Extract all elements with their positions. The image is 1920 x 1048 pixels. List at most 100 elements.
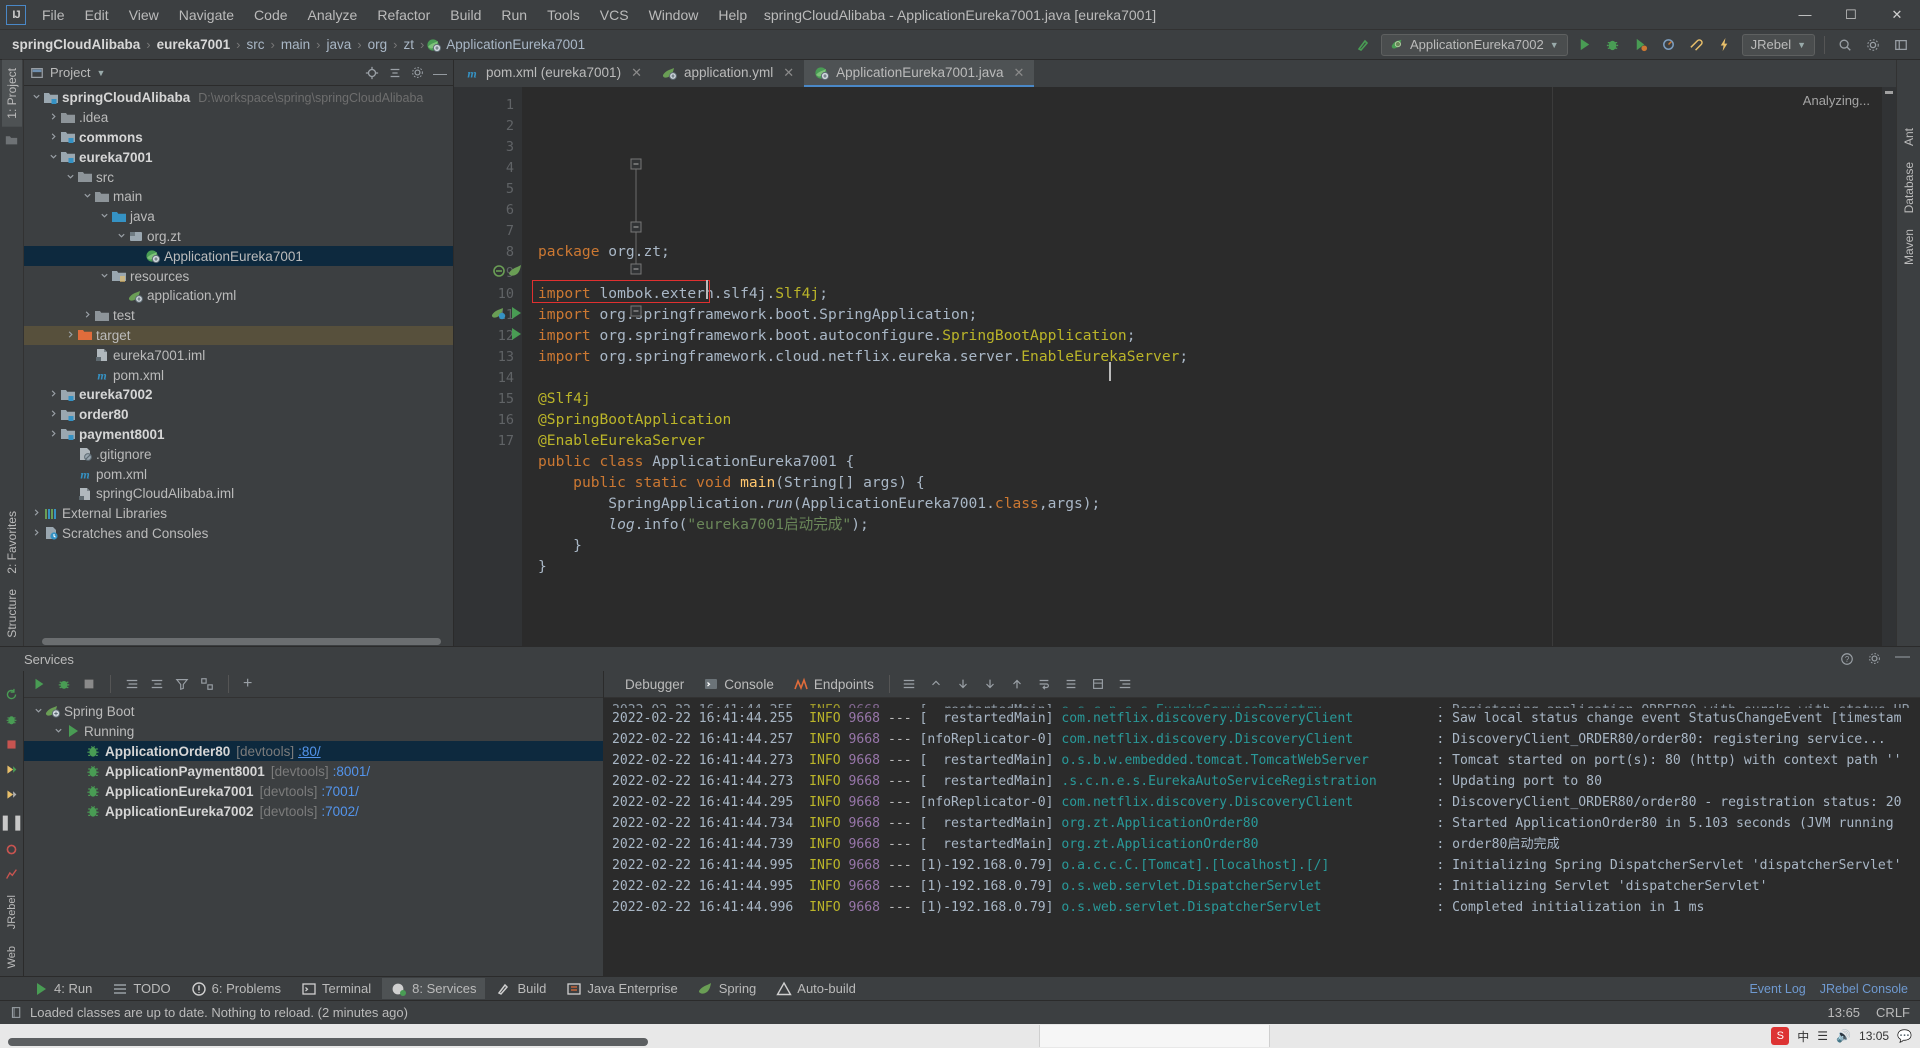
rerun-icon[interactable] bbox=[5, 688, 18, 701]
record-icon[interactable] bbox=[5, 843, 18, 856]
add-service-icon[interactable]: + bbox=[243, 676, 252, 692]
project-tree-row[interactable]: Scratches and Consoles bbox=[24, 524, 453, 544]
breadcrumb-segment-src[interactable]: src bbox=[243, 35, 269, 54]
editor-tab-application-yml[interactable]: application.yml ✕ bbox=[652, 60, 804, 87]
chevron-down-icon[interactable]: ▼ bbox=[1550, 40, 1559, 50]
gutter-line-number[interactable]: 3 bbox=[454, 136, 522, 157]
menu-item-view[interactable]: View bbox=[119, 3, 169, 27]
chevron-down-icon[interactable] bbox=[30, 92, 43, 103]
editor-tab-applicationeureka7001-java[interactable]: ApplicationEureka7001.java ✕ bbox=[804, 60, 1035, 87]
close-icon[interactable]: ✕ bbox=[631, 65, 642, 81]
gutter-line-number[interactable]: 8 bbox=[454, 241, 522, 262]
breadcrumb-segment-java[interactable]: java bbox=[322, 35, 355, 54]
service-tree-row[interactable]: ApplicationPayment8001 [devtools]:8001/ bbox=[24, 761, 603, 781]
project-tree-row[interactable]: payment8001 bbox=[24, 425, 453, 445]
chevron-down-icon[interactable] bbox=[98, 211, 111, 222]
menu-item-navigate[interactable]: Navigate bbox=[169, 3, 244, 27]
help-icon[interactable]: ? bbox=[1840, 652, 1854, 666]
settings-icon[interactable] bbox=[1868, 652, 1881, 666]
hide-icon[interactable]: — bbox=[1895, 649, 1910, 666]
sidebar-tab-structure[interactable]: Structure bbox=[2, 581, 22, 646]
chevron-down-icon[interactable] bbox=[115, 231, 128, 242]
filter-icon[interactable] bbox=[175, 677, 189, 691]
stop-icon[interactable] bbox=[82, 677, 96, 691]
code-line[interactable]: @SpringBootApplication bbox=[522, 409, 1882, 430]
gutter-line-number[interactable]: 10 bbox=[454, 283, 522, 304]
project-tree-row[interactable]: .gitignore bbox=[24, 444, 453, 464]
sidebar-tab-database[interactable]: Database bbox=[1899, 154, 1919, 221]
service-port-link[interactable]: :8001/ bbox=[333, 764, 371, 779]
toolwindow-button-todo[interactable]: TODO bbox=[103, 978, 179, 999]
down-icon[interactable] bbox=[952, 674, 974, 694]
service-tree-row[interactable]: Running bbox=[24, 721, 603, 741]
settings-icon[interactable] bbox=[411, 66, 424, 79]
run-configuration-selector[interactable]: ApplicationEureka7002 ▼ bbox=[1380, 33, 1568, 56]
code-line[interactable]: @EnableEurekaServer bbox=[522, 430, 1882, 451]
close-button[interactable]: ✕ bbox=[1874, 0, 1920, 29]
chevron-right-icon[interactable] bbox=[47, 112, 60, 123]
project-tree-row[interactable]: application.yml bbox=[24, 286, 453, 306]
menu-item-code[interactable]: Code bbox=[244, 3, 297, 27]
gutter-line-number[interactable]: 9 bbox=[454, 262, 522, 283]
project-tree-row[interactable]: java bbox=[24, 207, 453, 227]
editor-gutter[interactable]: 1234567891011121314151617 bbox=[454, 87, 522, 646]
gutter-line-number[interactable]: 6 bbox=[454, 199, 522, 220]
chevron-right-icon[interactable] bbox=[81, 310, 94, 321]
service-tree-row[interactable]: Spring Boot bbox=[24, 701, 603, 721]
locate-icon[interactable] bbox=[365, 66, 379, 80]
gutter-line-number[interactable]: 13 bbox=[454, 346, 522, 367]
project-folder-icon[interactable] bbox=[5, 133, 18, 146]
project-tree-row[interactable]: springCloudAlibaba D:\workspace\spring\sp… bbox=[24, 88, 453, 108]
chevron-down-icon[interactable] bbox=[64, 172, 77, 183]
code-line[interactable] bbox=[522, 262, 1882, 283]
scroll-end-icon[interactable] bbox=[1060, 674, 1082, 694]
gutter-line-number[interactable]: 14 bbox=[454, 367, 522, 388]
maximize-button[interactable]: ☐ bbox=[1828, 0, 1874, 29]
project-tree-row[interactable]: eureka7002 bbox=[24, 385, 453, 405]
breadcrumb-segment-org[interactable]: org bbox=[364, 35, 392, 54]
bean-icon[interactable] bbox=[491, 264, 507, 278]
project-tree-row[interactable]: commons bbox=[24, 128, 453, 148]
code-content[interactable]: package org.zt; import lombok.extern.slf4… bbox=[522, 87, 1882, 646]
console-output[interactable]: 2022-02-22 16:41:44.255 INFO 9668 --- [ … bbox=[604, 698, 1920, 976]
toolwindow-button-6-problems[interactable]: 6: Problems bbox=[182, 978, 290, 999]
down2-icon[interactable] bbox=[979, 674, 1001, 694]
build-icon[interactable] bbox=[1353, 34, 1375, 56]
layout-icon[interactable] bbox=[1890, 34, 1912, 56]
menu-item-build[interactable]: Build bbox=[440, 3, 491, 27]
breadcrumb-segment-zt[interactable]: zt bbox=[399, 35, 418, 54]
pause-icon[interactable]: ❚❚ bbox=[0, 813, 24, 831]
service-port-link[interactable]: :80/ bbox=[298, 744, 321, 759]
chevron-down-icon[interactable] bbox=[98, 271, 111, 282]
chevron-down-icon[interactable] bbox=[81, 191, 94, 202]
code-line[interactable]: public class ApplicationEureka7001 { bbox=[522, 451, 1882, 472]
project-tree-row[interactable]: main bbox=[24, 187, 453, 207]
attach-icon[interactable] bbox=[1686, 34, 1708, 56]
run-icon[interactable] bbox=[32, 677, 46, 691]
code-line[interactable]: import lombok.extern.slf4j.Slf4j; bbox=[522, 283, 1882, 304]
menu-item-help[interactable]: Help bbox=[708, 3, 757, 27]
sidebar-tab-maven[interactable]: Maven bbox=[1899, 221, 1919, 273]
gutter-line-number[interactable]: 12 bbox=[454, 325, 522, 346]
project-tree-row[interactable]: src bbox=[24, 167, 453, 187]
debug-icon[interactable] bbox=[57, 677, 71, 691]
menu-item-edit[interactable]: Edit bbox=[75, 3, 119, 27]
caret-position[interactable]: 13:65 bbox=[1828, 1005, 1861, 1020]
gutter-line-number[interactable]: 4 bbox=[454, 157, 522, 178]
expand-all-icon[interactable] bbox=[125, 677, 139, 691]
code-line[interactable]: @Slf4j bbox=[522, 388, 1882, 409]
services-tree[interactable]: Spring Boot Running ApplicationOrder80 [dev… bbox=[24, 698, 603, 976]
code-line[interactable]: package org.zt; bbox=[522, 241, 1882, 262]
gutter-line-number[interactable]: 11 bbox=[454, 304, 522, 325]
menu-item-refactor[interactable]: Refactor bbox=[367, 3, 440, 27]
project-tree-row[interactable]: order80 bbox=[24, 405, 453, 425]
code-line[interactable]: import org.springframework.cloud.netflix… bbox=[522, 346, 1882, 367]
gutter-line-number[interactable]: 2 bbox=[454, 115, 522, 136]
up2-icon[interactable] bbox=[1006, 674, 1028, 694]
chevron-down-icon[interactable]: ▼ bbox=[96, 68, 105, 78]
project-tree-row[interactable]: eureka7001.iml bbox=[24, 345, 453, 365]
jrebel-selector[interactable]: JRebel ▼ bbox=[1741, 33, 1815, 56]
toolwindow-button-spring[interactable]: Spring bbox=[689, 978, 766, 999]
project-tree-row[interactable]: ApplicationEureka7001 bbox=[24, 246, 453, 267]
project-tree-row[interactable]: eureka7001 bbox=[24, 147, 453, 167]
